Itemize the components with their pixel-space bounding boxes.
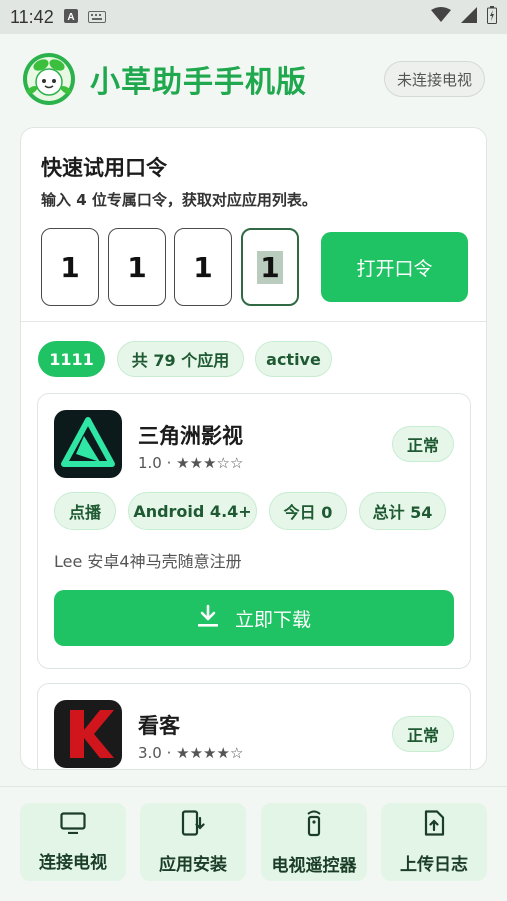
divider bbox=[21, 321, 486, 322]
app-name: 看客 bbox=[138, 714, 180, 738]
nav-connect-tv[interactable]: 连接电视 bbox=[20, 803, 126, 881]
status-bar: 11:42 A bbox=[0, 0, 507, 34]
nav-tv-remote-label: 电视遥控器 bbox=[271, 855, 357, 876]
tag-total-count: 总计 54 bbox=[359, 492, 446, 530]
open-code-button[interactable]: 打开口令 bbox=[321, 232, 468, 302]
nav-app-install-label: 应用安装 bbox=[159, 854, 227, 875]
code-digit-2-value: 1 bbox=[127, 250, 147, 284]
app-description: Lee 安卓4神马壳随意注册 bbox=[54, 552, 242, 571]
code-chip: 1111 bbox=[38, 341, 105, 377]
phone-download-icon bbox=[181, 809, 205, 840]
nav-connect-tv-label: 连接电视 bbox=[39, 852, 107, 873]
main-card: 快速试用口令 输入 4 位专属口令，获取对应应用列表。 1 1 1 1 打开口令… bbox=[20, 127, 487, 770]
app-name: 三角洲影视 bbox=[138, 424, 243, 448]
svg-text:A: A bbox=[67, 12, 74, 23]
app-status-badge: 正常 bbox=[392, 716, 454, 752]
quick-trial-description: 输入 4 位专属口令，获取对应应用列表。 bbox=[41, 191, 317, 209]
state-chip: active bbox=[255, 341, 332, 377]
app-version-rating: 3.0 · ★★★★☆ bbox=[138, 744, 244, 762]
app-card[interactable]: 三角洲影视 1.0 · ★★★☆☆ 正常 点播 Android 4.4+ 今日 … bbox=[37, 393, 471, 669]
app-header: 小草助手手机版 未连接电视 bbox=[0, 34, 507, 124]
nav-upload-log-label: 上传日志 bbox=[400, 854, 468, 875]
signal-icon bbox=[461, 7, 477, 27]
code-digit-4[interactable]: 1 bbox=[241, 228, 299, 306]
nav-tv-remote[interactable]: 电视遥控器 bbox=[261, 803, 367, 881]
status-time: 11:42 bbox=[10, 6, 54, 27]
app-status-badge: 正常 bbox=[392, 426, 454, 462]
sprout-logo-icon bbox=[22, 52, 76, 106]
keyboard-icon bbox=[87, 8, 106, 27]
download-icon bbox=[197, 604, 219, 633]
quick-trial-title: 快速试用口令 bbox=[41, 156, 167, 180]
app-card[interactable]: 看客 3.0 · ★★★★☆ 正常 bbox=[37, 683, 471, 769]
code-digit-1-value: 1 bbox=[60, 250, 80, 284]
tag-today-count: 今日 0 bbox=[269, 492, 347, 530]
bottom-nav: 连接电视 应用安装 电视遥控器 上传日志 bbox=[0, 786, 507, 901]
k-letter-icon bbox=[54, 700, 122, 768]
wifi-icon bbox=[431, 7, 451, 27]
upload-file-icon bbox=[423, 809, 445, 840]
download-button[interactable]: 立即下载 bbox=[54, 590, 454, 646]
app-title: 小草助手手机版 bbox=[90, 65, 307, 100]
remote-icon bbox=[304, 809, 324, 841]
app-version-rating: 1.0 · ★★★☆☆ bbox=[138, 454, 244, 472]
code-digit-3[interactable]: 1 bbox=[174, 228, 232, 306]
delta-triangle-icon bbox=[54, 410, 122, 478]
code-digit-1[interactable]: 1 bbox=[41, 228, 99, 306]
tv-icon bbox=[60, 811, 86, 838]
tag-android-version: Android 4.4+ bbox=[128, 492, 257, 530]
code-digit-3-value: 1 bbox=[193, 250, 213, 284]
app-count-chip: 共 79 个应用 bbox=[117, 341, 244, 377]
tag-type: 点播 bbox=[54, 492, 116, 530]
code-digit-4-value: 1 bbox=[257, 250, 283, 284]
nav-upload-log[interactable]: 上传日志 bbox=[381, 803, 487, 881]
connection-status-badge[interactable]: 未连接电视 bbox=[383, 61, 485, 97]
code-digit-2[interactable]: 1 bbox=[108, 228, 166, 306]
notification-a-icon: A bbox=[63, 8, 78, 27]
battery-icon bbox=[487, 6, 497, 28]
nav-app-install[interactable]: 应用安装 bbox=[140, 803, 246, 881]
download-label: 立即下载 bbox=[234, 608, 311, 631]
